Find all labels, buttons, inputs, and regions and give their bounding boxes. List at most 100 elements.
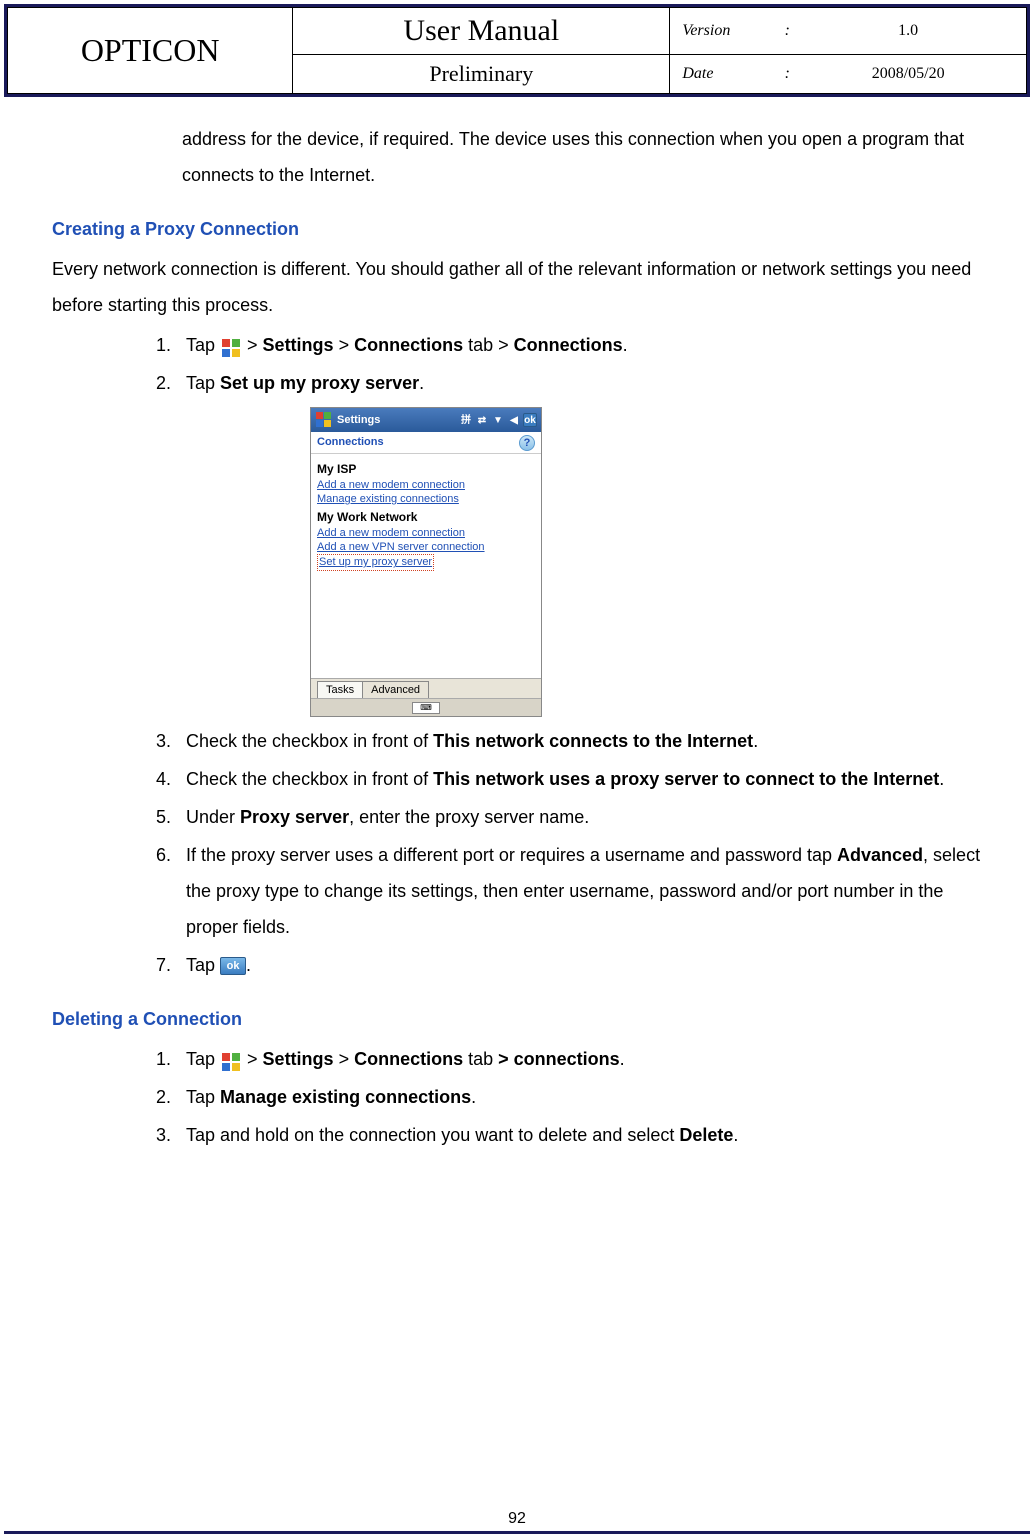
s2-step1-connections: > connections [498, 1049, 620, 1069]
s2-step2: Tap Manage existing connections. [176, 1079, 982, 1115]
manual-title: User Manual [403, 14, 559, 47]
ss-tabs: Tasks Advanced [311, 678, 541, 698]
s1-step7-text-a: Tap [186, 955, 220, 975]
ss-status-icons: 拼 ⇄ ▼ ◀ ok [459, 413, 537, 427]
s1-step2-text-a: Tap [186, 373, 220, 393]
s2-step1-connections-tab: Connections [354, 1049, 463, 1069]
ss-group-myisp: My ISP [317, 462, 535, 478]
ss-subtitle-bar: Connections ? [311, 432, 541, 454]
s1-step6-bold: Advanced [837, 845, 923, 865]
version-cell: Version : 1.0 [670, 8, 1027, 55]
date-cell: Date : 2008/05/20 [670, 55, 1027, 94]
ss-ok-button[interactable]: ok [523, 413, 537, 427]
ss-window-title: Settings [337, 413, 459, 427]
s2-step3-bold: Delete [679, 1125, 733, 1145]
date-value: 2008/05/20 [802, 65, 1014, 83]
ss-link-proxy-selected[interactable]: Set up my proxy server [317, 554, 434, 570]
section2-steps: Tap > Settings > Connections tab > conne… [136, 1041, 982, 1153]
ss-network-icon[interactable]: ⇄ [475, 413, 489, 427]
s1-step2-proxy: Set up my proxy server [220, 373, 419, 393]
section1-intro: Every network connection is different. Y… [52, 251, 982, 323]
s1-step1-text-b: > [242, 335, 263, 355]
page-number: 92 [0, 1510, 1034, 1528]
s2-step1-text-d: > [334, 1049, 355, 1069]
s1-step3: Check the checkbox in front of This netw… [176, 723, 982, 759]
ss-link-manage[interactable]: Manage existing connections [317, 493, 459, 505]
s2-step1-text-b: > [242, 1049, 263, 1069]
windows-start-icon [220, 335, 242, 357]
manual-subtitle: Preliminary [425, 57, 537, 90]
ss-bottombar: ⌨ [311, 698, 541, 716]
section1-steps: Tap > Settings > Connections tab > Conne… [136, 327, 982, 983]
ss-chinese-icon[interactable]: 拼 [459, 413, 473, 427]
ss-volume-icon[interactable]: ◀ [507, 413, 521, 427]
ss-subtitle: Connections [317, 435, 384, 449]
s1-step1-text-d: > [334, 335, 355, 355]
s2-step2-bold: Manage existing connections [220, 1087, 471, 1107]
s1-step3-text-a: Check the checkbox in front of [186, 731, 433, 751]
date-label: Date [682, 65, 772, 83]
ss-titlebar: Settings 拼 ⇄ ▼ ◀ ok [311, 408, 541, 432]
s1-step5-text-c: , enter the proxy server name. [349, 807, 589, 827]
s1-step5: Under Proxy server, enter the proxy serv… [176, 799, 982, 835]
ss-link-add-modem-2[interactable]: Add a new modem connection [317, 527, 465, 539]
s1-step1-settings: Settings [263, 335, 334, 355]
s1-step4-bold: This network uses a proxy server to conn… [433, 769, 939, 789]
s2-step3: Tap and hold on the connection you want … [176, 1117, 982, 1153]
ss-keyboard-icon[interactable]: ⌨ [412, 702, 440, 714]
s2-step2-text-c: . [471, 1087, 476, 1107]
s1-step6-text-a: If the proxy server uses a different por… [186, 845, 837, 865]
s1-step7-text-c: . [246, 955, 251, 975]
s1-step1-text-h: . [623, 335, 628, 355]
s1-step1-text-a: Tap [186, 335, 220, 355]
ss-link-add-vpn[interactable]: Add a new VPN server connection [317, 541, 485, 553]
s1-step4: Check the checkbox in front of This netw… [176, 761, 982, 797]
s2-step3-text-c: . [733, 1125, 738, 1145]
s2-step1-text-f: tab [463, 1049, 498, 1069]
windows-start-icon-2 [220, 1049, 242, 1071]
s2-step1-settings: Settings [263, 1049, 334, 1069]
section-heading-delete: Deleting a Connection [52, 1001, 982, 1037]
brand-cell: OPTICON [8, 8, 293, 94]
intro-paragraph: address for the device, if required. The… [182, 121, 982, 193]
s1-step2-text-c: . [419, 373, 424, 393]
s2-step1-text-h: . [620, 1049, 625, 1069]
version-value: 1.0 [802, 22, 1014, 40]
s1-step1: Tap > Settings > Connections tab > Conne… [176, 327, 982, 363]
title-main-cell: User Manual [293, 8, 670, 55]
s1-step5-bold: Proxy server [240, 807, 349, 827]
version-label: Version [682, 22, 772, 40]
ss-start-icon[interactable] [315, 411, 333, 429]
date-colon: : [772, 65, 802, 83]
section-heading-proxy: Creating a Proxy Connection [52, 211, 982, 247]
ss-help-button[interactable]: ? [519, 435, 535, 451]
page-content: address for the device, if required. The… [0, 101, 1034, 1195]
s2-step1: Tap > Settings > Connections tab > conne… [176, 1041, 982, 1077]
ss-link-add-modem-1[interactable]: Add a new modem connection [317, 479, 465, 491]
s1-step3-text-c: . [753, 731, 758, 751]
s1-step1-text-f: tab > [463, 335, 514, 355]
title-sub-cell: Preliminary [293, 55, 670, 94]
s1-step7: Tap ok. [176, 947, 982, 983]
ss-tab-advanced[interactable]: Advanced [362, 681, 429, 698]
s1-step4-text-c: . [939, 769, 944, 789]
s1-step5-text-a: Under [186, 807, 240, 827]
s2-step2-text-a: Tap [186, 1087, 220, 1107]
s1-step1-connections-tab: Connections [354, 335, 463, 355]
ss-tab-tasks[interactable]: Tasks [317, 681, 363, 698]
version-colon: : [772, 22, 802, 40]
ok-icon: ok [220, 957, 246, 975]
page-header-border: OPTICON User Manual Version : 1.0 Prelim… [4, 4, 1030, 97]
embedded-screenshot: Settings 拼 ⇄ ▼ ◀ ok Connections ? My ISP… [310, 407, 542, 717]
s2-step1-text-a: Tap [186, 1049, 220, 1069]
ss-group-mywork: My Work Network [317, 510, 535, 526]
s1-step3-bold: This network connects to the Internet [433, 731, 753, 751]
s1-step4-text-a: Check the checkbox in front of [186, 769, 433, 789]
s1-step6: If the proxy server uses a different por… [176, 837, 982, 945]
header-table: OPTICON User Manual Version : 1.0 Prelim… [7, 7, 1027, 94]
s1-step1-connections: Connections [514, 335, 623, 355]
ss-signal-icon[interactable]: ▼ [491, 413, 505, 427]
s1-step2: Tap Set up my proxy server. Settings 拼 ⇄… [176, 365, 982, 717]
ss-body: My ISP Add a new modem connection Manage… [311, 454, 541, 575]
s2-step3-text-a: Tap and hold on the connection you want … [186, 1125, 679, 1145]
